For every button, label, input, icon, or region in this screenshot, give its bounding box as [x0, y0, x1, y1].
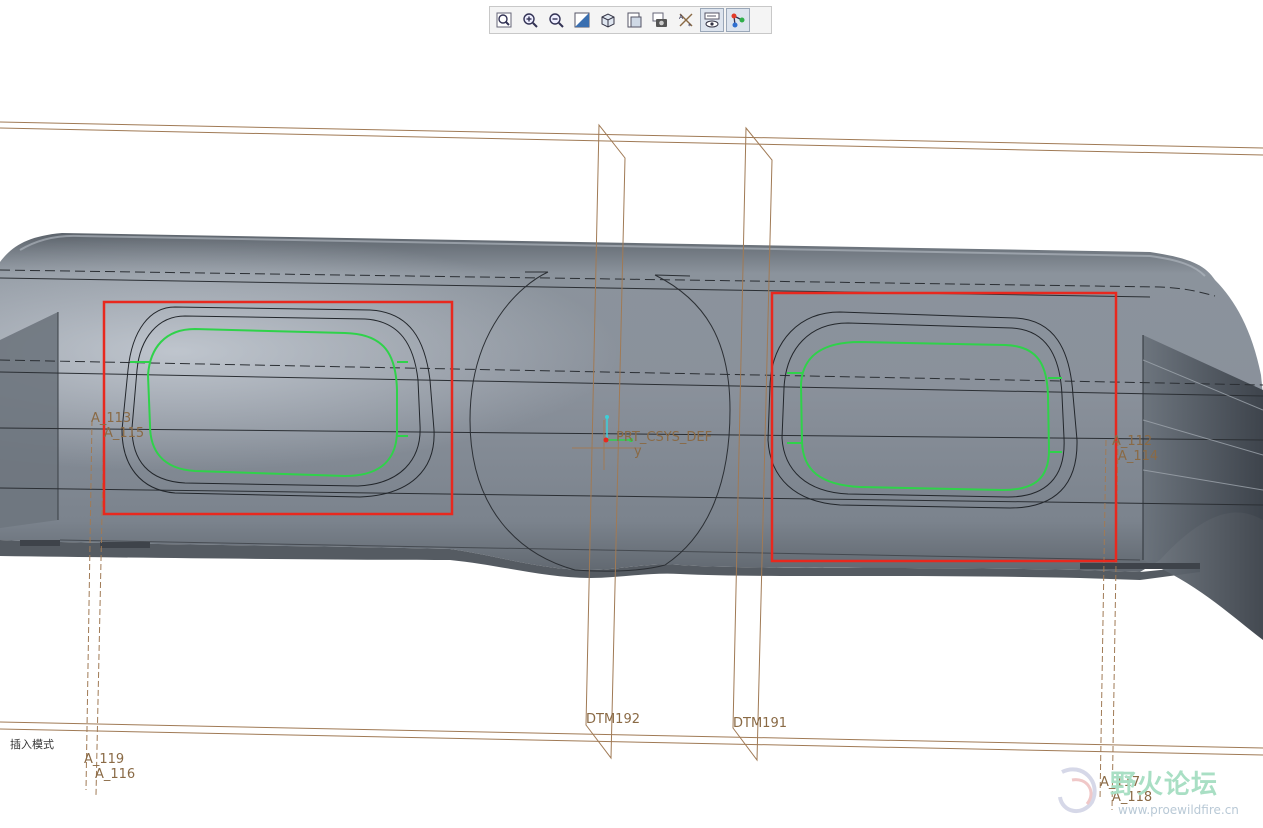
axis-label-a116[interactable]: A_116 [95, 767, 135, 782]
spin-center-icon [731, 13, 745, 28]
watermark-url: www.proewildfire.cn [1118, 803, 1239, 817]
annotation-display-icon [704, 12, 720, 28]
zoom-out-icon [549, 13, 564, 28]
view-toolbar: A * [489, 6, 772, 34]
zoom-in-button[interactable] [518, 8, 542, 32]
saved-views-button[interactable] [622, 8, 646, 32]
watermark-logo-icon [1058, 767, 1097, 813]
axis-label-a112[interactable]: A_112 [1112, 434, 1152, 449]
axis-label-a115[interactable]: A_115 [104, 426, 144, 441]
plane-label-dtm191[interactable]: DTM191 [733, 716, 787, 731]
spin-center-button[interactable] [726, 8, 750, 32]
refit-button[interactable] [492, 8, 516, 32]
repaint-button[interactable] [570, 8, 594, 32]
zoom-in-icon [523, 13, 538, 28]
annotation-display-button[interactable] [700, 8, 724, 32]
repaint-icon [574, 12, 590, 28]
csys-y-label: y [634, 444, 642, 459]
datum-display-icon: A* [679, 13, 693, 29]
axis-label-a113[interactable]: A_113 [91, 411, 131, 426]
datum-plane-top [0, 121, 1263, 156]
saved-views-icon [627, 12, 642, 28]
camera-icon [652, 12, 667, 27]
svg-text:*: * [688, 23, 691, 29]
datum-display-button[interactable]: A * [674, 8, 698, 32]
view-manager-button[interactable] [648, 8, 672, 32]
plane-label-dtm192[interactable]: DTM192 [586, 712, 640, 727]
csys-label[interactable]: PRT_CSYS_DEF [616, 430, 712, 445]
axis-label-a114[interactable]: A_114 [1118, 449, 1158, 464]
insert-mode-label: 插入模式 [10, 738, 54, 751]
zoom-fit-icon [496, 12, 512, 28]
watermark-title: 野火论坛 [1110, 770, 1219, 800]
axis-label-a119[interactable]: A_119 [84, 752, 124, 767]
zoom-out-button[interactable] [544, 8, 568, 32]
display-style-button[interactable] [596, 8, 620, 32]
cube-icon [601, 13, 615, 28]
